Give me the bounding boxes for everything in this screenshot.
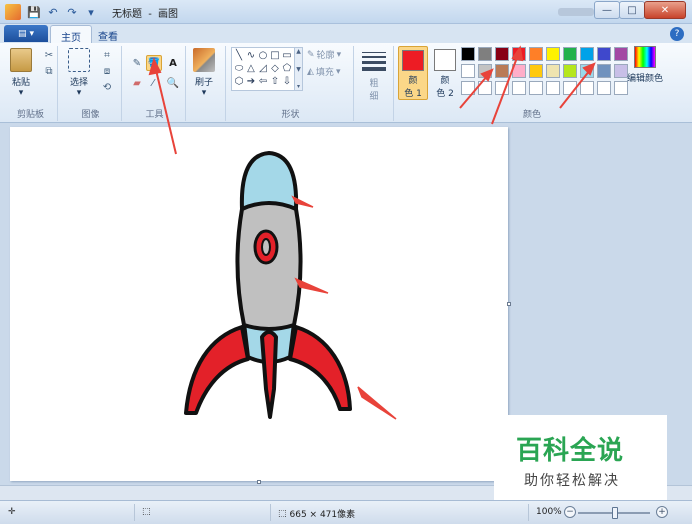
canvas-size-icon: ⬚	[278, 508, 287, 519]
status-separator	[528, 504, 529, 521]
annotation-overlay	[148, 45, 596, 155]
selection-size-icon: ⬚	[142, 507, 151, 517]
annotation-line-blue	[559, 69, 591, 109]
watermark: 百科全说 助你轻松解决	[494, 415, 667, 500]
rocket-left-fin	[184, 325, 250, 415]
annotation-line-red	[491, 54, 519, 125]
canvas-size-field: ⬚ 665 × 471像素	[278, 507, 356, 521]
status-bar: ✛ ⬚ ⬚ 665 × 471像素 100% − +	[0, 500, 692, 524]
canvas-size-value: 665 × 471像素	[289, 510, 356, 520]
rocket-window-inner	[261, 238, 271, 256]
annotation-head-tool	[148, 57, 162, 76]
canvas-resize-handle-right[interactable]	[507, 302, 511, 306]
rocket-right-fin	[288, 325, 352, 411]
annotation-line-tool	[155, 69, 177, 155]
rocket-body	[235, 200, 303, 331]
zoom-slider-thumb[interactable]	[612, 507, 618, 519]
annotation-head-red	[511, 45, 524, 62]
annotation-line-white	[459, 74, 489, 109]
canvas-resize-handle-bottom[interactable]	[257, 480, 261, 484]
annotation-head-white	[480, 68, 494, 82]
cursor-position-icon: ✛	[8, 507, 16, 517]
status-separator	[134, 504, 135, 521]
zoom-level: 100%	[536, 507, 562, 517]
zoom-out-button[interactable]: −	[564, 506, 576, 518]
annotation-head-blue	[582, 62, 596, 76]
zoom-in-button[interactable]: +	[656, 506, 668, 518]
annotation-arrow-fin	[357, 386, 397, 420]
zoom-slider[interactable]	[578, 507, 650, 519]
status-separator	[270, 504, 271, 521]
rocket-center-fin	[260, 330, 278, 419]
watermark-subtitle: 助你轻松解决	[524, 473, 620, 489]
watermark-title: 百科全说	[516, 436, 625, 466]
